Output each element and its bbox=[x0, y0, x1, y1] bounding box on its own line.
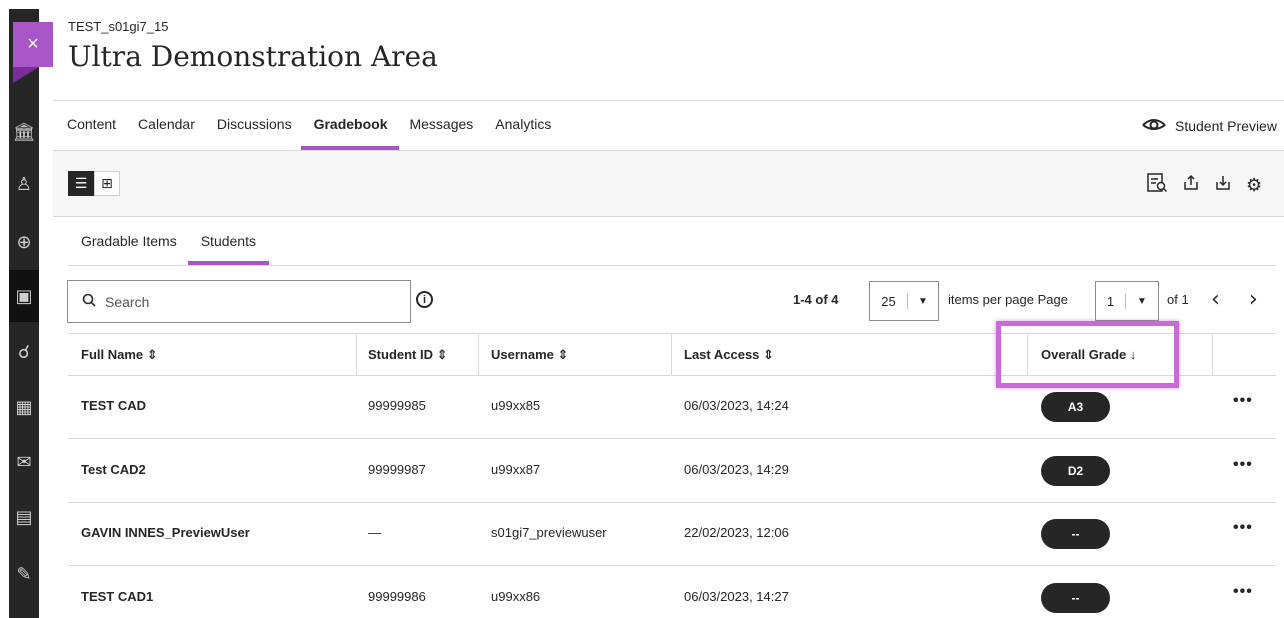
list-view-icon[interactable]: ☰ bbox=[68, 171, 94, 196]
tab-gradebook[interactable]: Gradebook bbox=[300, 116, 400, 150]
sort-last-access[interactable]: Last Access ⇕ bbox=[684, 347, 774, 363]
eye-icon bbox=[1141, 115, 1167, 136]
table-row[interactable]: TEST CAD1 99999986 u99xx86 06/03/2023, 1… bbox=[68, 567, 1276, 618]
tab-calendar[interactable]: Calendar bbox=[138, 116, 195, 132]
items-per-page-select[interactable]: 25 ▼ bbox=[869, 281, 939, 321]
header-divider bbox=[53, 100, 1284, 101]
close-course-button[interactable]: × bbox=[13, 22, 53, 83]
student-preview-button[interactable]: Student Preview bbox=[1141, 115, 1277, 136]
tab-discussions[interactable]: Discussions bbox=[217, 116, 292, 132]
items-per-page-value: 25 bbox=[870, 293, 908, 309]
course-tabs: Content Calendar Discussions Gradebook M… bbox=[67, 116, 573, 150]
next-page-icon[interactable]: › bbox=[1249, 287, 1258, 312]
tools-icon[interactable]: ✎ bbox=[12, 562, 36, 586]
grades-icon[interactable]: ▤ bbox=[12, 505, 36, 529]
review-icon[interactable] bbox=[1146, 172, 1168, 199]
more-options-icon[interactable]: ••• bbox=[1233, 456, 1253, 474]
more-options-icon[interactable]: ••• bbox=[1233, 583, 1253, 601]
institution-icon[interactable]: 🏛 bbox=[12, 120, 36, 144]
student-preview-label: Student Preview bbox=[1175, 117, 1277, 134]
organizations-icon[interactable]: ☌ bbox=[12, 340, 36, 364]
page-select[interactable]: 1 ▼ bbox=[1095, 281, 1159, 321]
more-options-icon[interactable]: ••• bbox=[1233, 392, 1253, 410]
courses-icon[interactable]: ▣ bbox=[12, 284, 36, 308]
profile-icon[interactable]: ♙ bbox=[12, 172, 36, 196]
globe-icon[interactable]: ⊕ bbox=[12, 230, 36, 254]
view-toggle: ☰ ⊞ bbox=[68, 171, 120, 196]
table-row[interactable]: Test CAD2 99999987 u99xx87 06/03/2023, 1… bbox=[68, 440, 1276, 503]
chevron-down-icon: ▼ bbox=[918, 295, 928, 307]
toolbar-divider bbox=[53, 216, 1284, 217]
search-input[interactable]: Search bbox=[67, 280, 411, 323]
tab-messages[interactable]: Messages bbox=[409, 116, 473, 132]
gear-icon[interactable]: ⚙ bbox=[1246, 175, 1262, 196]
sort-icon: ⇕ bbox=[557, 347, 569, 362]
grade-pill[interactable]: -- bbox=[1041, 583, 1110, 613]
tab-analytics[interactable]: Analytics bbox=[495, 116, 551, 132]
grade-pill[interactable]: A3 bbox=[1041, 392, 1110, 422]
toolbar-actions: ⚙ bbox=[1146, 172, 1262, 199]
sort-full-name[interactable]: Full Name ⇕ bbox=[81, 347, 158, 363]
info-icon[interactable]: i bbox=[416, 291, 433, 308]
sort-icon: ⇕ bbox=[763, 347, 774, 362]
overall-grade-highlight bbox=[996, 321, 1179, 388]
page-value: 1 bbox=[1096, 293, 1126, 309]
sort-student-id[interactable]: Student ID ⇕ bbox=[368, 347, 448, 363]
previous-page-icon[interactable]: ‹ bbox=[1211, 287, 1220, 312]
close-icon: × bbox=[27, 33, 39, 55]
upload-icon[interactable] bbox=[1182, 174, 1200, 197]
table-row[interactable]: GAVIN INNES_PreviewUser — s01gi7_preview… bbox=[68, 503, 1276, 566]
sort-icon: ⇕ bbox=[436, 347, 448, 362]
toolbar bbox=[53, 151, 1284, 217]
tab-content[interactable]: Content bbox=[67, 116, 116, 132]
chevron-down-icon: ▼ bbox=[1137, 295, 1147, 307]
grade-pill[interactable]: D2 bbox=[1041, 456, 1110, 486]
search-placeholder: Search bbox=[105, 293, 150, 310]
tab-students[interactable]: Students bbox=[187, 233, 270, 265]
grid-view-icon[interactable]: ⊞ bbox=[94, 171, 120, 196]
subtabs-divider bbox=[68, 265, 1276, 266]
calendar-icon[interactable]: ▦ bbox=[12, 395, 36, 419]
page-title: Ultra Demonstration Area bbox=[68, 40, 438, 73]
messages-icon[interactable]: ✉ bbox=[12, 450, 36, 474]
search-icon bbox=[82, 293, 96, 311]
page-count-label: of 1 bbox=[1167, 292, 1189, 307]
results-range: 1-4 of 4 bbox=[793, 292, 839, 307]
course-id: TEST_s01gi7_15 bbox=[68, 19, 169, 34]
sort-username[interactable]: Username ⇕ bbox=[491, 347, 568, 363]
download-icon[interactable] bbox=[1214, 174, 1232, 197]
items-per-page-label: items per page Page bbox=[948, 292, 1068, 307]
tab-gradable-items[interactable]: Gradable Items bbox=[81, 233, 177, 249]
gradebook-subtabs: Gradable Items Students bbox=[81, 233, 280, 265]
sort-icon: ⇕ bbox=[146, 347, 158, 362]
more-options-icon[interactable]: ••• bbox=[1233, 519, 1253, 537]
grade-pill[interactable]: -- bbox=[1041, 519, 1110, 549]
